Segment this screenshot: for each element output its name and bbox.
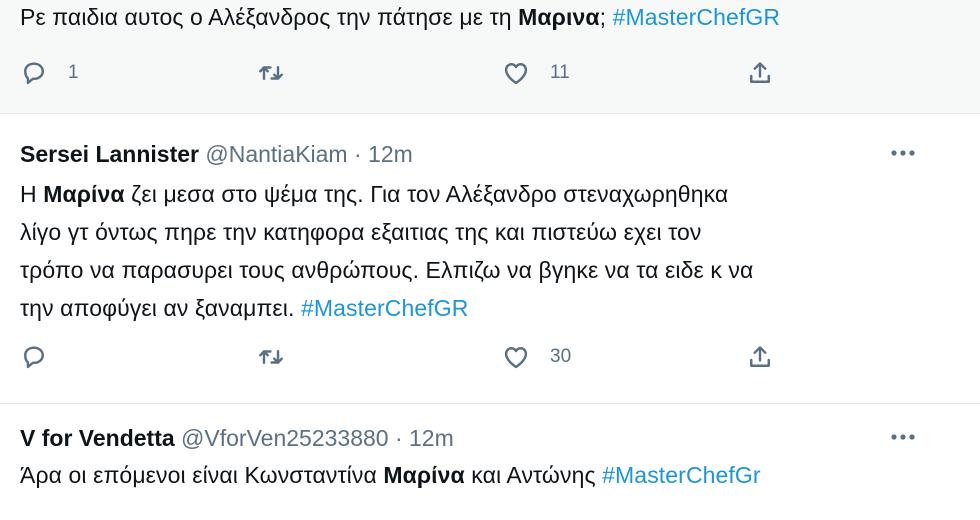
- more-options-button[interactable]: [888, 138, 918, 168]
- tweet-card-1[interactable]: Ρε παιδια αυτος ο Αλέξανδρος την πάτησε …: [0, 0, 980, 114]
- tweet-text-part: και Αντώνης: [464, 462, 603, 488]
- like-button[interactable]: 30: [502, 342, 571, 372]
- more-icon: [891, 150, 915, 156]
- like-count: 30: [550, 346, 572, 367]
- like-button[interactable]: 11: [502, 58, 570, 88]
- tweet-text-part: Ρε παιδια αυτος ο Αλέξανδρος την πάτησε …: [20, 4, 519, 30]
- author-name[interactable]: V for Vendetta: [20, 425, 175, 451]
- tweet-time[interactable]: · 12m: [354, 141, 413, 167]
- tweet-header: V for Vendetta @VforVen25233880 · 12m: [20, 423, 454, 453]
- more-options-button[interactable]: [888, 422, 918, 452]
- retweet-icon: [257, 343, 285, 371]
- tweet-text-line: τρόπο να παρασυρει τους ανθρώπους. Ελπιζ…: [20, 257, 754, 283]
- hashtag-link[interactable]: #MasterChefGR: [301, 295, 468, 321]
- share-icon: [746, 343, 774, 371]
- reply-count: 1: [68, 62, 79, 83]
- tweet-text: Ρε παιδια αυτος ο Αλέξανδρος την πάτησε …: [20, 0, 780, 36]
- author-name[interactable]: Sersei Lannister: [20, 141, 199, 167]
- retweet-icon: [257, 59, 285, 87]
- tweet-card-3[interactable]: V for Vendetta @VforVen25233880 · 12m Άρ…: [0, 404, 980, 520]
- tweet-actions: 1 11: [20, 58, 820, 88]
- reply-button[interactable]: 1: [20, 58, 79, 88]
- author-handle[interactable]: @NantiaKiam: [205, 141, 347, 167]
- tweet-text-bold: Μαρίνα: [43, 181, 125, 207]
- tweet-text-part: ζει μεσα στο ψέμα της. Για τον Αλέξανδρο…: [124, 181, 729, 207]
- tweet-text-part: την αποφύγει αν ξαναμπει.: [20, 295, 301, 321]
- retweet-button[interactable]: [257, 58, 285, 88]
- reply-icon: [20, 59, 48, 87]
- tweet-text-line: την αποφύγει αν ξαναμπει. #MasterChefGR: [20, 289, 468, 327]
- share-button[interactable]: [746, 342, 774, 372]
- reply-icon: [20, 343, 48, 371]
- tweet-text-part: ;: [599, 4, 613, 30]
- tweet-text: Άρα οι επόμενοι είναι Κωνσταντίνα Μαρίνα…: [20, 456, 761, 494]
- hashtag-link[interactable]: #MasterChefGR: [613, 4, 780, 30]
- like-count: 11: [550, 62, 570, 83]
- tweet-text-part: Η: [20, 181, 44, 207]
- tweet-text-line: λίγο γτ όντως πηρε την κατηφορα εξαιτιας…: [20, 219, 702, 245]
- tweet-time[interactable]: · 12m: [395, 425, 454, 451]
- author-handle[interactable]: @VforVen25233880: [181, 425, 389, 451]
- tweet-text-bold: Μαρινα: [518, 4, 600, 30]
- more-icon: [891, 434, 915, 440]
- share-icon: [746, 59, 774, 87]
- tweet-text-part: Άρα οι επόμενοι είναι Κωνσταντίνα: [20, 462, 384, 488]
- heart-icon: [502, 59, 530, 87]
- tweet-actions: 30: [20, 342, 820, 372]
- tweet-text-bold: Μαρίνα: [383, 462, 465, 488]
- tweet-text-line: Η Μαρίνα ζει μεσα στο ψέμα της. Για τον …: [20, 175, 728, 213]
- hashtag-link[interactable]: #MasterChefGr: [602, 462, 761, 488]
- tweet-card-2[interactable]: Sersei Lannister @NantiaKiam · 12m Η Μαρ…: [0, 114, 980, 404]
- heart-icon: [502, 343, 530, 371]
- reply-button[interactable]: [20, 342, 48, 372]
- share-button[interactable]: [746, 58, 774, 88]
- tweet-header: Sersei Lannister @NantiaKiam · 12m: [20, 139, 413, 169]
- retweet-button[interactable]: [257, 342, 285, 372]
